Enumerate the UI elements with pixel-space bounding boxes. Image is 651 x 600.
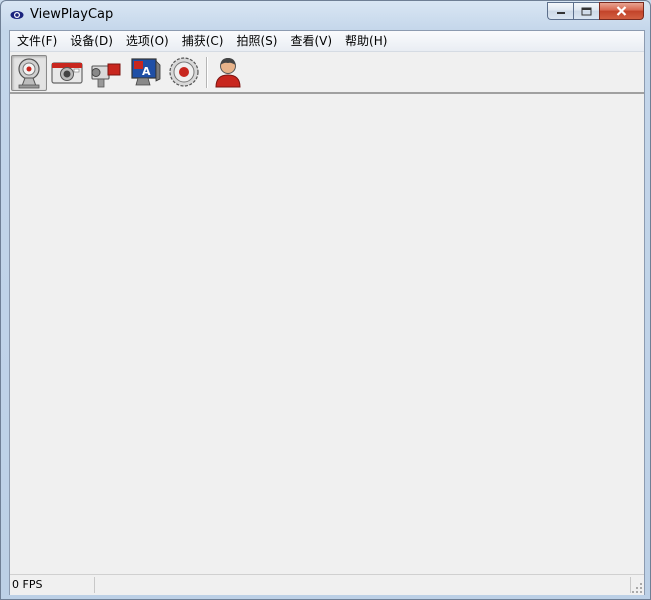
resize-grip-icon[interactable] bbox=[631, 582, 643, 594]
camcorder-icon bbox=[91, 63, 121, 88]
menu-view[interactable]: 查看(V) bbox=[283, 31, 338, 51]
client-area: 文件(F) 设备(D) 选项(O) 捕获(C) 拍照(S) 查看(V) 帮助(H… bbox=[9, 30, 645, 595]
fps-status: 0 FPS bbox=[10, 577, 95, 593]
toolbar: A bbox=[10, 52, 644, 94]
close-button[interactable] bbox=[599, 2, 644, 20]
webcam-button[interactable] bbox=[11, 55, 47, 91]
toolbar-separator bbox=[206, 57, 208, 88]
eye-app-icon bbox=[10, 11, 24, 19]
display-settings-icon: A bbox=[131, 58, 161, 86]
menu-device[interactable]: 设备(D) bbox=[63, 31, 119, 51]
svg-text:A: A bbox=[142, 65, 151, 78]
user-icon bbox=[215, 58, 241, 88]
minimize-icon bbox=[556, 12, 565, 14]
menu-bar: 文件(F) 设备(D) 选项(O) 捕获(C) 拍照(S) 查看(V) 帮助(H… bbox=[10, 31, 644, 52]
maximize-icon bbox=[581, 7, 592, 15]
maximize-button[interactable] bbox=[573, 2, 599, 20]
caption-buttons bbox=[547, 2, 644, 21]
camcorder-button[interactable] bbox=[89, 55, 125, 91]
menu-options[interactable]: 选项(O) bbox=[119, 31, 175, 51]
menu-help[interactable]: 帮助(H) bbox=[338, 31, 393, 51]
camera-icon bbox=[51, 62, 83, 84]
menu-capture[interactable]: 捕获(C) bbox=[175, 31, 230, 51]
record-icon bbox=[169, 57, 199, 87]
webcam-icon bbox=[18, 58, 40, 89]
app-window: ViewPlayCap 文件(F) 设备(D) 选项(O) 捕获(C) 拍照(S… bbox=[0, 0, 651, 600]
display-settings-button[interactable]: A bbox=[128, 55, 164, 91]
close-icon bbox=[616, 6, 627, 16]
camera-button[interactable] bbox=[50, 55, 86, 91]
window-title: ViewPlayCap bbox=[30, 7, 114, 22]
user-button[interactable] bbox=[211, 55, 247, 91]
menu-file[interactable]: 文件(F) bbox=[10, 31, 63, 51]
menu-snapshot[interactable]: 拍照(S) bbox=[229, 31, 283, 51]
record-button[interactable] bbox=[167, 55, 203, 91]
video-preview-area[interactable] bbox=[10, 94, 644, 574]
title-bar[interactable]: ViewPlayCap bbox=[1, 1, 650, 29]
status-bar: 0 FPS bbox=[10, 574, 644, 595]
minimize-button[interactable] bbox=[547, 2, 573, 20]
status-pane-empty bbox=[95, 577, 631, 593]
